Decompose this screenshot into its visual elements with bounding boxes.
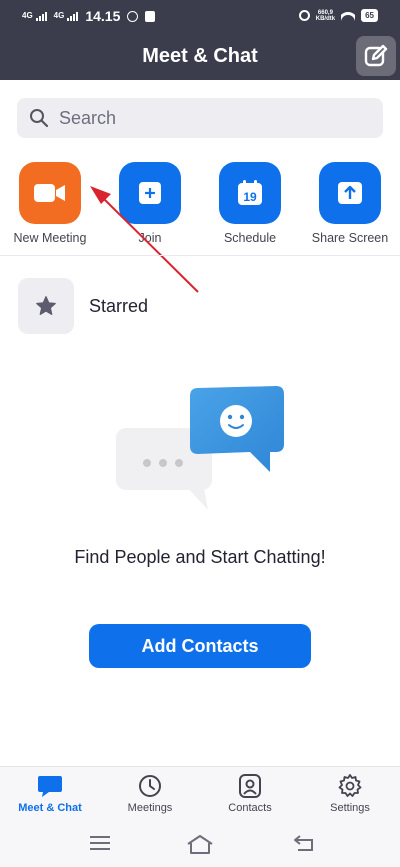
add-contacts-button[interactable]: Add Contacts: [89, 624, 311, 668]
home-icon[interactable]: [186, 834, 214, 854]
bottom-tab-bar: Meet & Chat Meetings Contacts Settings: [0, 766, 400, 823]
chat-illustration: [116, 386, 284, 510]
contact-icon: [239, 774, 261, 798]
back-icon[interactable]: [292, 834, 316, 852]
tab-meet-chat[interactable]: Meet & Chat: [0, 773, 100, 814]
system-nav-bar: [0, 822, 400, 867]
chat-bubble-icon: [38, 776, 62, 797]
star-icon: [36, 296, 56, 315]
tab-contacts-label: Contacts: [228, 802, 272, 814]
section-divider: [0, 255, 400, 256]
tab-contacts[interactable]: Contacts: [200, 773, 300, 814]
starred-row[interactable]: Starred: [18, 278, 148, 334]
tab-meetings-label: Meetings: [127, 802, 173, 814]
tab-meet-chat-label: Meet & Chat: [18, 802, 82, 814]
tab-settings-label: Settings: [330, 802, 370, 814]
empty-state-message: Find People and Start Chatting!: [74, 547, 326, 567]
tab-settings[interactable]: Settings: [300, 773, 400, 814]
starred-icon-box: [18, 278, 74, 334]
starred-label: Starred: [89, 295, 149, 316]
tab-meetings[interactable]: Meetings: [100, 773, 200, 814]
menu-icon[interactable]: [88, 834, 112, 852]
clock-icon: [139, 775, 161, 797]
gear-icon: [338, 774, 362, 797]
